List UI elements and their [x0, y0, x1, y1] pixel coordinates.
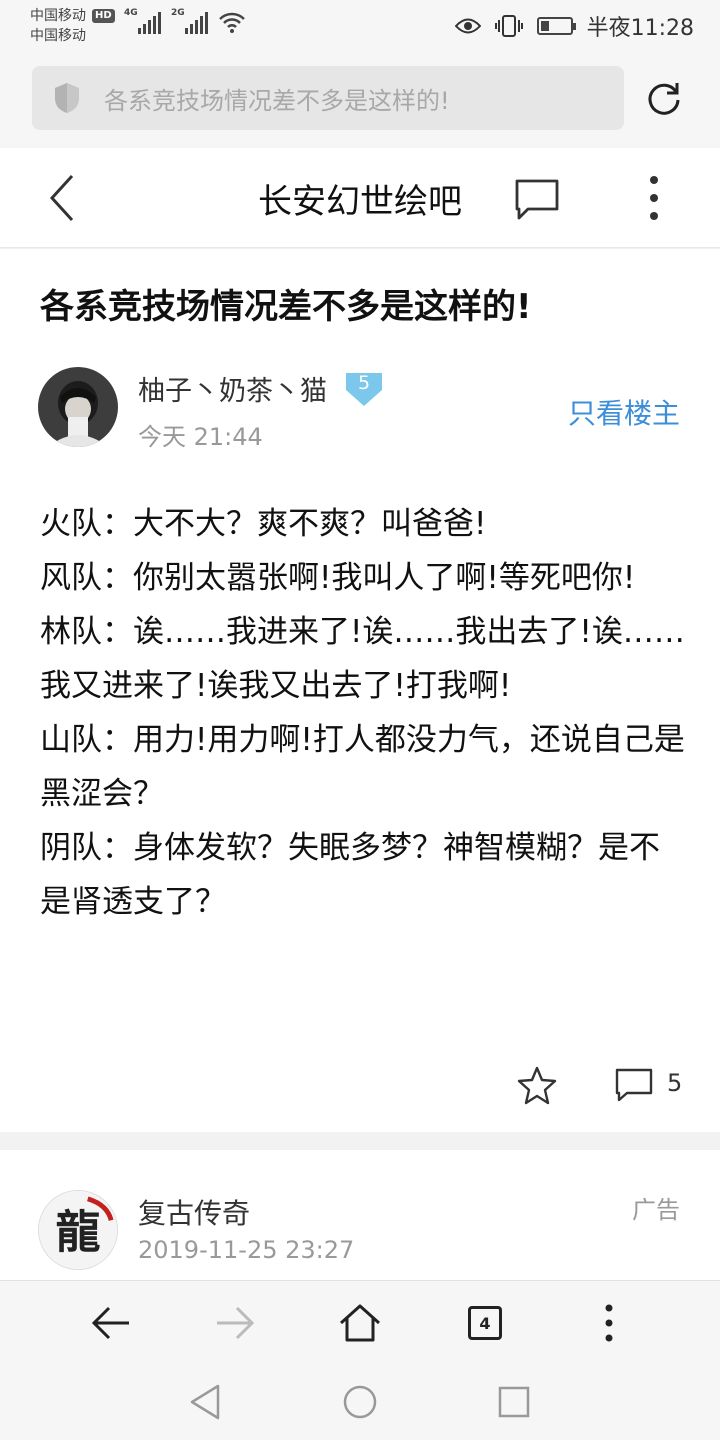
battery-icon — [536, 17, 576, 35]
home-button[interactable] — [336, 1299, 384, 1347]
arrow-left-icon — [91, 1306, 129, 1340]
url-text: 各系竞技场情况差不多是这样的! — [104, 86, 450, 115]
system-back-icon[interactable] — [186, 1382, 226, 1422]
carrier-2-label: 中国移动 — [30, 28, 86, 44]
hd-badge: HD — [92, 9, 115, 23]
system-home-icon[interactable] — [340, 1382, 380, 1422]
wifi-icon — [219, 12, 245, 33]
ad-card[interactable]: 龍 复古传奇 广告 2019-11-25 23:27 — [0, 1150, 720, 1280]
signal-group: 4G 2G — [124, 8, 246, 34]
star-icon[interactable] — [517, 1065, 557, 1105]
vibrate-icon — [494, 15, 523, 37]
menu-button[interactable] — [585, 1299, 633, 1347]
ad-time: 2019-11-25 23:27 — [138, 1236, 355, 1264]
net-4g-label: 4G — [124, 8, 138, 18]
body-line: 火队：大不大？爽不爽？叫爸爸! — [40, 506, 487, 542]
post-title: 各系竞技场情况差不多是这样的! — [40, 287, 532, 327]
browser-toolbar: 4 — [0, 1280, 720, 1364]
system-nav-bar — [0, 1364, 720, 1440]
post-time: 今天 21:44 — [138, 423, 263, 451]
ad-name: 复古传奇 — [138, 1197, 251, 1230]
tab-count: 4 — [468, 1306, 502, 1340]
forum-header: 长安幻世绘吧 — [0, 148, 720, 248]
eye-icon — [454, 18, 481, 34]
signal-2g-icon: 2G — [171, 8, 208, 34]
net-2g-label: 2G — [171, 8, 185, 18]
browser-address-bar: 各系竞技场情况差不多是这样的! — [0, 52, 720, 148]
body-line: 山队：用力!用力啊!打人都没力气，还说自己是黑涩会？ — [40, 722, 685, 812]
more-vertical-icon — [605, 1304, 613, 1342]
more-options-icon[interactable] — [644, 174, 664, 222]
ad-logo-char: 龍 — [56, 1206, 101, 1259]
tabs-button[interactable]: 4 — [461, 1299, 509, 1347]
post-body: 火队：大不大？爽不爽？叫爸爸! 风队：你别太嚣张啊!我叫人了啊!等死吧你! 林队… — [40, 497, 685, 929]
post-card: 各系竞技场情况差不多是这样的! 柚子丶奶茶丶猫 5 今天 21:44 只看楼主 … — [0, 249, 720, 1132]
body-line: 林队：诶……我进来了!诶……我出去了!诶……我又进来了!诶我又出去了!打我啊! — [40, 614, 685, 704]
comment-icon[interactable] — [615, 1067, 653, 1103]
shield-icon — [55, 83, 79, 113]
url-input[interactable]: 各系竞技场情况差不多是这样的! — [32, 66, 624, 130]
only-op-button[interactable]: 只看楼主 — [568, 392, 680, 432]
author-row: 柚子丶奶茶丶猫 5 — [138, 369, 385, 408]
home-icon — [339, 1304, 381, 1342]
body-line: 阴队：身体发软？失眠多梦？神智模糊？是不是肾透支了？ — [40, 830, 660, 920]
nav-back-button[interactable] — [87, 1299, 135, 1347]
nav-forward-button[interactable] — [211, 1299, 259, 1347]
comment-count: 5 — [667, 1069, 683, 1097]
carrier-1-label: 中国移动 — [30, 8, 86, 24]
system-recents-icon[interactable] — [494, 1382, 534, 1422]
author-avatar[interactable] — [38, 367, 118, 447]
arrow-right-icon — [217, 1306, 255, 1340]
ad-logo[interactable]: 龍 — [38, 1190, 118, 1270]
forum-title: 长安幻世绘吧 — [258, 182, 462, 222]
carrier-info: 中国移动 HD 中国移动 — [30, 6, 115, 46]
clock: 半夜11:28 — [586, 16, 694, 41]
message-icon[interactable] — [514, 176, 560, 222]
signal-4g-icon: 4G — [124, 8, 161, 34]
body-line: 风队：你别太嚣张啊!我叫人了啊!等死吧你! — [40, 560, 636, 596]
level-badge: 5 — [343, 370, 385, 408]
author-name[interactable]: 柚子丶奶茶丶猫 — [138, 369, 327, 408]
level-number: 5 — [357, 371, 371, 394]
reload-icon[interactable] — [644, 78, 684, 118]
ad-tag: 广告 — [632, 1196, 680, 1224]
status-bar: 中国移动 HD 中国移动 4G 2G 半夜11:28 — [0, 0, 720, 52]
